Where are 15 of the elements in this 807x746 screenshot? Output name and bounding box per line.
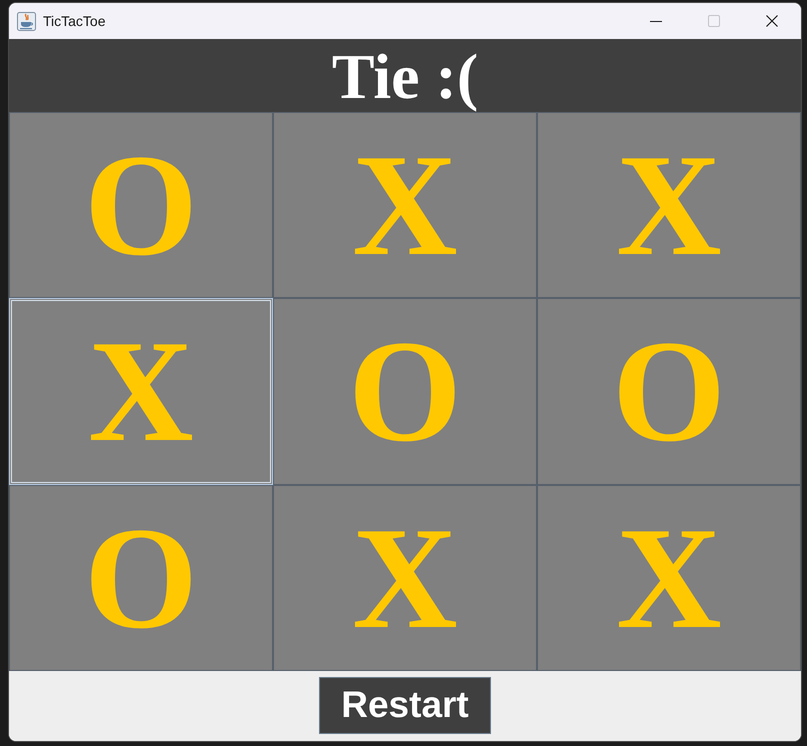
restart-button[interactable]: Restart — [319, 677, 491, 734]
board-cell[interactable]: O — [9, 112, 273, 298]
board-cell[interactable]: X — [273, 112, 537, 298]
board-cell[interactable]: O — [273, 298, 537, 485]
board-cell[interactable]: X — [537, 112, 801, 298]
window-title: TicTacToe — [43, 13, 106, 29]
board-cell[interactable]: X — [9, 298, 273, 485]
minimize-icon — [650, 20, 662, 22]
board-cell[interactable]: X — [273, 484, 537, 671]
board-cell[interactable]: O — [9, 484, 273, 671]
board-cell[interactable]: O — [537, 298, 801, 485]
cup-icon — [17, 12, 36, 30]
maximize-icon — [708, 15, 720, 27]
close-icon — [766, 15, 778, 27]
board-cell[interactable]: X — [537, 484, 801, 671]
